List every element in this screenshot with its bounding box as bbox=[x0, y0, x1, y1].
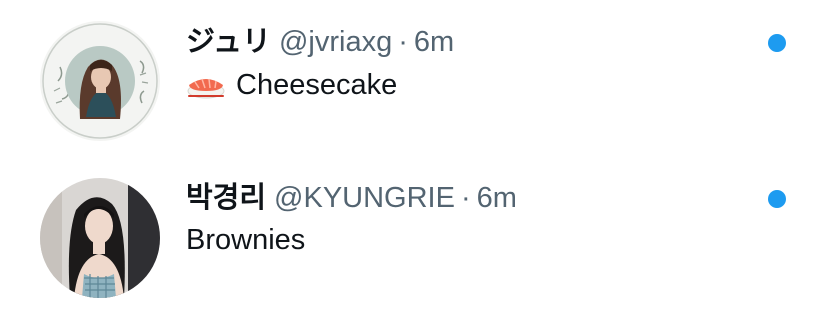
sushi-icon bbox=[186, 68, 226, 99]
timestamp: 6m bbox=[476, 182, 517, 214]
separator-dot: · bbox=[460, 182, 471, 214]
message-preview: Brownies bbox=[186, 218, 305, 262]
timestamp: 6m bbox=[413, 26, 455, 58]
sender-line: ジュリ @jvriaxg · 6m bbox=[186, 22, 454, 62]
sender-name: 박경리 bbox=[186, 182, 267, 214]
preview-text: Brownies bbox=[186, 224, 306, 256]
separator-dot: · bbox=[398, 26, 408, 58]
message-preview: Cheesecake bbox=[186, 63, 397, 107]
sender-handle: @jvriaxg bbox=[278, 26, 393, 58]
preview-text: Cheesecake bbox=[236, 69, 398, 101]
unread-indicator bbox=[768, 34, 786, 52]
unread-indicator bbox=[768, 190, 786, 208]
avatar[interactable] bbox=[40, 21, 160, 141]
sender-handle: @KYUNGRIE bbox=[274, 182, 455, 214]
sender-line: 박경리 @KYUNGRIE · 6m bbox=[186, 178, 517, 218]
avatar[interactable] bbox=[40, 178, 160, 298]
sender-name: ジュリ bbox=[186, 26, 271, 58]
conversation-item[interactable]: 박경리 @KYUNGRIE · 6m Brownies bbox=[0, 157, 828, 314]
conversation-item[interactable]: ジュリ @jvriaxg · 6m Cheesecake bbox=[0, 0, 828, 157]
conversation-list: ジュリ @jvriaxg · 6m Cheesecake 박경리 @KYUNGR… bbox=[0, 0, 828, 314]
